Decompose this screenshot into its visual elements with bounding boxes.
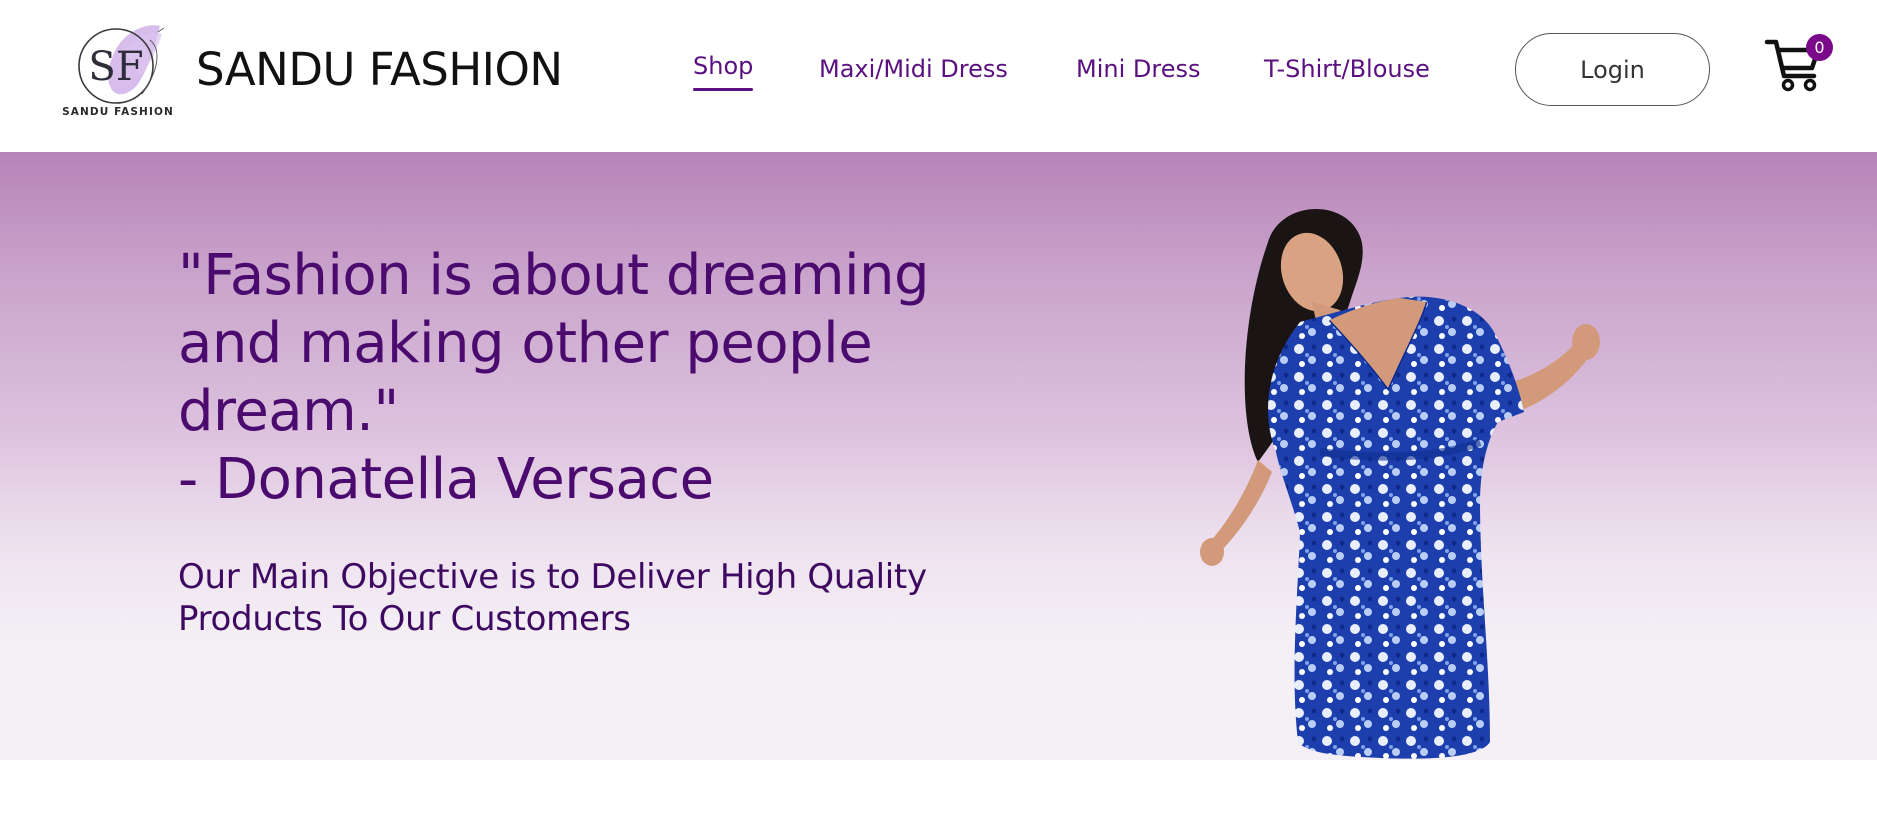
nav-item-maxi-midi-dress[interactable]: Maxi/Midi Dress	[819, 49, 1008, 89]
logo-caption: SANDU FASHION	[62, 106, 174, 118]
tagline-line: Products To Our Customers	[178, 599, 631, 639]
site-header: SF SANDU FASHION SANDU FASHION Shop Maxi…	[0, 0, 1877, 152]
nav-item-tshirt-blouse[interactable]: T-Shirt/Blouse	[1264, 49, 1430, 89]
svg-text:SF: SF	[88, 44, 143, 90]
quote-line: "Fashion is about dreaming	[178, 243, 930, 308]
quote-line: dream."	[178, 379, 399, 444]
brand-name[interactable]: SANDU FASHION	[196, 40, 563, 100]
cart-count-badge: 0	[1806, 34, 1833, 61]
hero-model-image	[1200, 209, 1600, 759]
quote-line: and making other people	[178, 311, 873, 376]
nav-item-mini-dress[interactable]: Mini Dress	[1076, 49, 1200, 89]
quote-author: - Donatella Versace	[178, 447, 714, 512]
nav-item-shop[interactable]: Shop	[693, 46, 754, 91]
hero-quote: "Fashion is about dreaming and making ot…	[178, 242, 998, 514]
hero-banner: "Fashion is about dreaming and making ot…	[0, 152, 1877, 760]
sf-logo-icon: SF	[78, 25, 165, 104]
tagline-line: Our Main Objective is to Deliver High Qu…	[178, 557, 927, 597]
login-button[interactable]: Login	[1515, 33, 1710, 106]
brand-logo[interactable]: SF SANDU FASHION	[58, 18, 178, 124]
hero-tagline: Our Main Objective is to Deliver High Qu…	[178, 556, 998, 640]
